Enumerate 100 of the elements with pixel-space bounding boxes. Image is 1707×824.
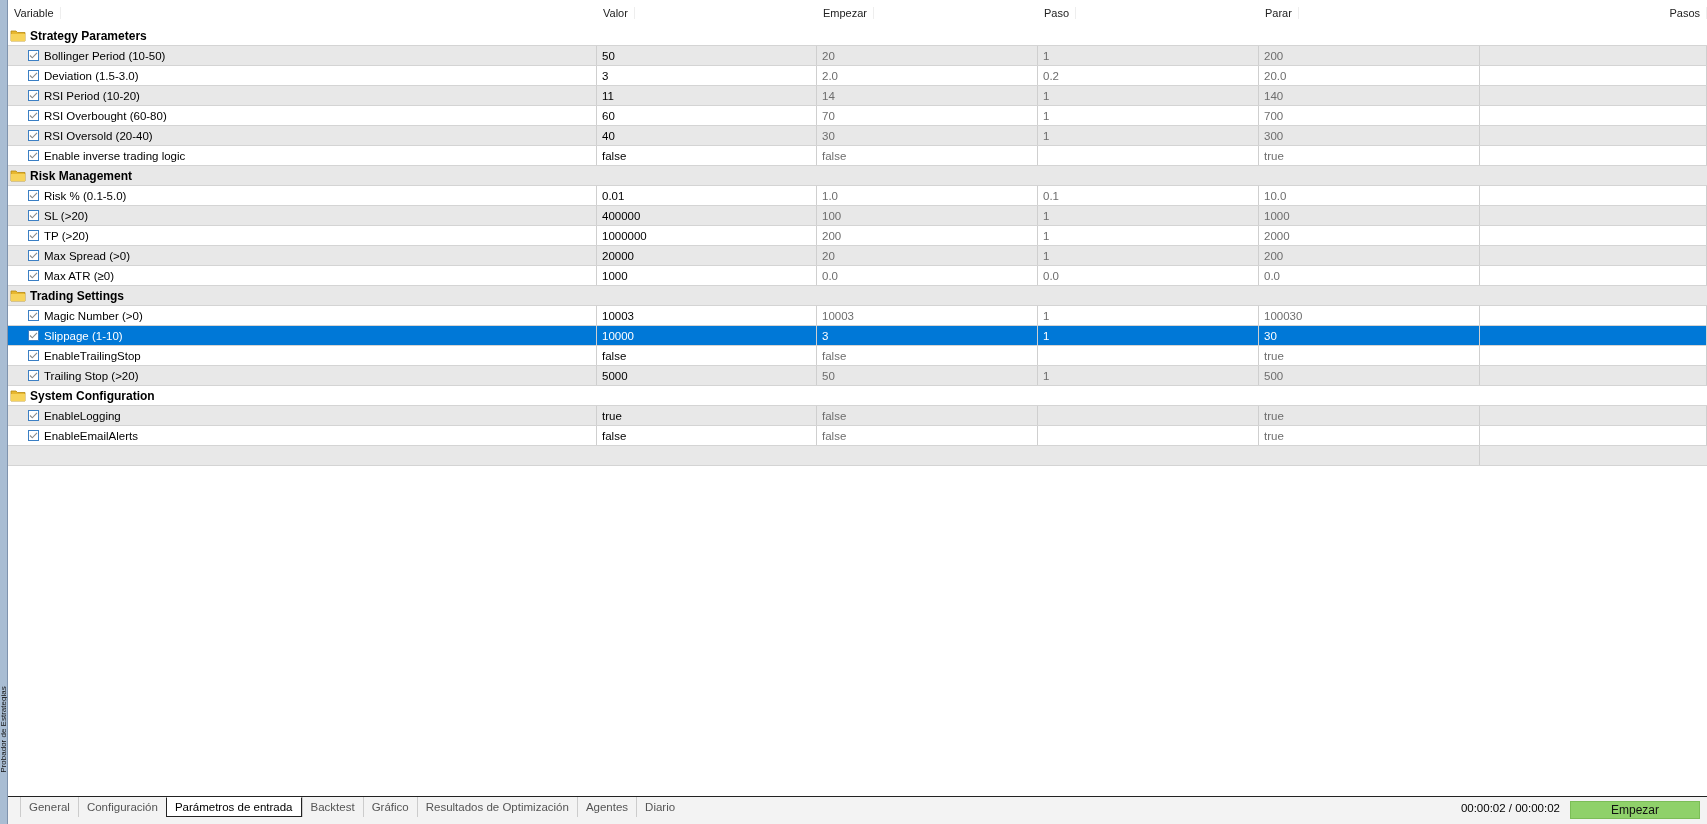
- value-text: 50: [602, 49, 615, 62]
- stop-text: 500: [1264, 369, 1284, 382]
- checkbox[interactable]: [28, 270, 39, 281]
- checkbox[interactable]: [28, 110, 39, 121]
- tab[interactable]: Resultados de Optimización: [416, 796, 577, 817]
- step-text: 1: [1043, 89, 1050, 102]
- stop-text: 0.0: [1264, 269, 1280, 282]
- tab[interactable]: Configuración: [77, 796, 166, 817]
- parameter-name: Enable inverse trading logic: [44, 149, 186, 162]
- value-text: false: [602, 149, 627, 162]
- parameter-row[interactable]: Risk % (0.1-5.0) 0.01 1.0 0.1 10.0: [8, 186, 1707, 206]
- step-text: 1: [1043, 309, 1050, 322]
- stop-text: true: [1264, 409, 1284, 422]
- folder-icon: [10, 169, 26, 182]
- checkbox[interactable]: [28, 430, 39, 441]
- tab[interactable]: General: [20, 796, 78, 817]
- parameter-row[interactable]: Deviation (1.5-3.0) 3 2.0 0.2 20.0: [8, 66, 1707, 86]
- checkbox[interactable]: [28, 150, 39, 161]
- checkbox[interactable]: [28, 310, 39, 321]
- folder-icon: [10, 29, 26, 42]
- parameter-name: EnableTrailingStop: [44, 349, 141, 362]
- value-text: 60: [602, 109, 615, 122]
- parameter-row[interactable]: EnableEmailAlerts false false true: [8, 426, 1707, 446]
- parameter-row[interactable]: EnableLogging true false true: [8, 406, 1707, 426]
- column-header[interactable]: Valor: [597, 7, 635, 19]
- parameter-row[interactable]: TP (>20) 1000000 200 1 2000: [8, 226, 1707, 246]
- column-header[interactable]: Paso: [1038, 7, 1077, 19]
- stop-text: 1000: [1264, 209, 1290, 222]
- checkbox[interactable]: [28, 370, 39, 381]
- start-text: 20: [822, 249, 835, 262]
- start-text: 2.0: [822, 69, 838, 82]
- step-text: 1: [1043, 369, 1050, 382]
- parameter-name: Bollinger Period (10-50): [44, 49, 166, 62]
- side-panel-title: Probador de Estrategias: [0, 685, 7, 773]
- tab[interactable]: Gráfico: [362, 796, 417, 817]
- value-text: 10003: [602, 309, 634, 322]
- parameter-row[interactable]: Enable inverse trading logic false false true: [8, 146, 1707, 166]
- parameter-row[interactable]: Trailing Stop (>20) 5000 50 1 500: [8, 366, 1707, 386]
- parameter-row[interactable]: Max Spread (>0) 20000 20 1 200: [8, 246, 1707, 266]
- checkbox[interactable]: [28, 70, 39, 81]
- parameter-name: EnableEmailAlerts: [44, 429, 138, 442]
- parameter-name: RSI Oversold (20-40): [44, 129, 153, 142]
- tab[interactable]: Backtest: [301, 796, 363, 817]
- value-text: 5000: [602, 369, 628, 382]
- stop-text: 200: [1264, 49, 1284, 62]
- tab[interactable]: Diario: [636, 796, 684, 817]
- checkbox[interactable]: [28, 330, 39, 341]
- checkbox[interactable]: [28, 90, 39, 101]
- stop-text: 700: [1264, 109, 1284, 122]
- group-row[interactable]: Trading Settings: [8, 286, 1707, 306]
- parameter-row[interactable]: SL (>20) 400000 100 1 1000: [8, 206, 1707, 226]
- value-text: true: [602, 409, 622, 422]
- parameter-row[interactable]: RSI Overbought (60-80) 60 70 1 700: [8, 106, 1707, 126]
- parameter-row[interactable]: Slippage (1-10) 10000 3 1 30: [8, 326, 1707, 346]
- step-text: 1: [1043, 49, 1050, 62]
- parameter-name: RSI Overbought (60-80): [44, 109, 167, 122]
- parameter-name: Magic Number (>0): [44, 309, 143, 322]
- elapsed-time: 00:00:02 / 00:00:02: [1460, 802, 1560, 814]
- parameter-row[interactable]: RSI Oversold (20-40) 40 30 1 300: [8, 126, 1707, 146]
- checkbox[interactable]: [28, 250, 39, 261]
- checkbox[interactable]: [28, 50, 39, 61]
- step-text: 1: [1043, 249, 1050, 262]
- checkbox[interactable]: [28, 130, 39, 141]
- start-text: 20: [822, 49, 835, 62]
- group-row[interactable]: Risk Management: [8, 166, 1707, 186]
- start-button[interactable]: Empezar: [1570, 801, 1700, 819]
- parameter-row[interactable]: Bollinger Period (10-50) 50 20 1 200: [8, 46, 1707, 66]
- start-text: false: [822, 349, 847, 362]
- folder-icon: [10, 289, 26, 302]
- stop-text: true: [1264, 149, 1284, 162]
- column-header[interactable]: Empezar: [817, 7, 875, 19]
- column-header[interactable]: Variable: [8, 7, 61, 19]
- column-header[interactable]: Parar: [1259, 7, 1299, 19]
- parameter-row[interactable]: Magic Number (>0) 10003 10003 1 100030: [8, 306, 1707, 326]
- start-text: 50: [822, 369, 835, 382]
- group-name: Strategy Parameters: [30, 28, 147, 43]
- step-text: 1: [1043, 209, 1050, 222]
- value-text: 10000: [602, 329, 634, 342]
- parameter-row[interactable]: EnableTrailingStop false false true: [8, 346, 1707, 366]
- tab[interactable]: Parámetros de entrada: [165, 796, 302, 817]
- start-text: false: [822, 429, 847, 442]
- parameter-row[interactable]: Max ATR (≥0) 1000 0.0 0.0 0.0: [8, 266, 1707, 286]
- parameter-row[interactable]: RSI Period (10-20) 11 14 1 140: [8, 86, 1707, 106]
- value-text: 40: [602, 129, 615, 142]
- stop-text: 140: [1264, 89, 1284, 102]
- checkbox[interactable]: [28, 210, 39, 221]
- parameter-name: Risk % (0.1-5.0): [44, 189, 127, 202]
- start-text: 1.0: [822, 189, 838, 202]
- parameter-name: Slippage (1-10): [44, 329, 123, 342]
- checkbox[interactable]: [28, 410, 39, 421]
- stop-text: 300: [1264, 129, 1284, 142]
- start-text: 10003: [822, 309, 854, 322]
- step-text: 1: [1043, 329, 1050, 342]
- tab[interactable]: Agentes: [576, 796, 637, 817]
- start-text: false: [822, 149, 847, 162]
- checkbox[interactable]: [28, 190, 39, 201]
- column-header[interactable]: Pasos: [1663, 7, 1707, 19]
- checkbox[interactable]: [28, 230, 39, 241]
- checkbox[interactable]: [28, 350, 39, 361]
- step-text: 1: [1043, 229, 1050, 242]
